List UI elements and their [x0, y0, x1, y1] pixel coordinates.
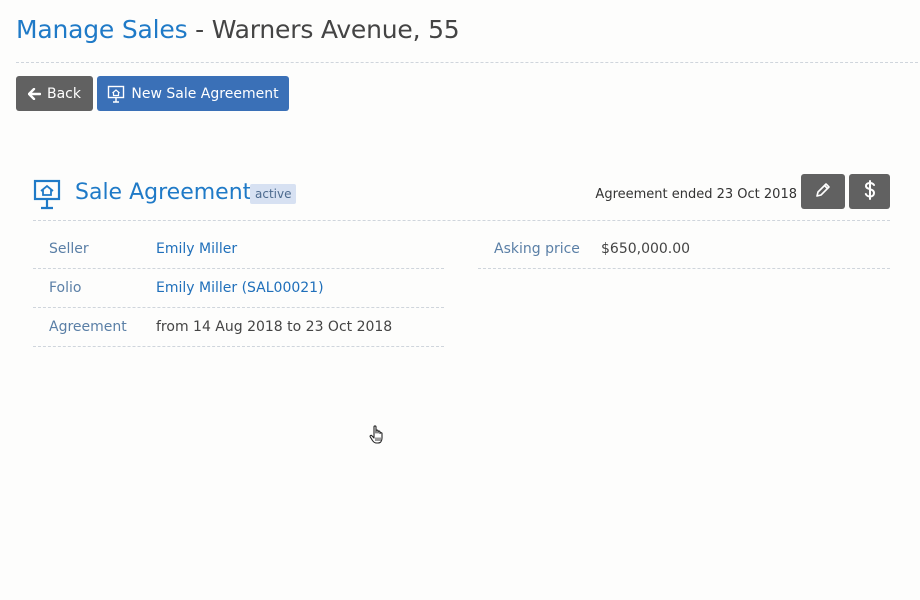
back-button[interactable]: Back	[16, 76, 93, 111]
sale-sign-icon	[33, 178, 61, 214]
agreement-details-left: Seller Emily Miller Folio Emily Miller (…	[33, 230, 444, 347]
new-sale-agreement-label: New Sale Agreement	[131, 85, 279, 102]
folio-link[interactable]: Emily Miller (SAL00021)	[156, 280, 324, 296]
detail-label: Seller	[49, 241, 89, 257]
title-separator: -	[187, 15, 212, 44]
arrow-left-icon	[28, 87, 41, 100]
detail-label: Agreement	[49, 319, 127, 335]
detail-row-asking-price: Asking price $650,000.00	[478, 230, 890, 269]
agreement-panel-header: Sale Agreement active Agreement ended 23…	[33, 174, 890, 221]
detail-row-seller: Seller Emily Miller	[33, 230, 444, 269]
panel-title: Sale Agreement	[75, 180, 252, 205]
page-title: Manage Sales - Warners Avenue, 55	[16, 12, 918, 48]
detail-row-folio: Folio Emily Miller (SAL00021)	[33, 269, 444, 308]
agreement-period: from 14 Aug 2018 to 23 Oct 2018	[156, 319, 393, 335]
property-address: Warners Avenue, 55	[211, 15, 460, 44]
page-header: Manage Sales - Warners Avenue, 55	[16, 12, 918, 63]
status-badge: active	[250, 184, 297, 204]
sale-sign-icon	[107, 85, 125, 103]
edit-button[interactable]	[801, 174, 845, 209]
asking-price-value: $650,000.00	[601, 241, 691, 257]
detail-label: Asking price	[494, 241, 580, 257]
detail-row-agreement: Agreement from 14 Aug 2018 to 23 Oct 201…	[33, 308, 444, 347]
agreement-details-right: Asking price $650,000.00	[478, 230, 890, 269]
agreement-ended-text: Agreement ended 23 Oct 2018	[595, 187, 797, 202]
seller-link[interactable]: Emily Miller	[156, 241, 237, 257]
section-title: Manage Sales	[16, 15, 188, 44]
pencil-icon	[815, 182, 831, 202]
dollar-icon	[864, 179, 876, 204]
new-sale-agreement-button[interactable]: New Sale Agreement	[97, 76, 289, 111]
detail-label: Folio	[49, 280, 82, 296]
back-button-label: Back	[47, 85, 81, 102]
toolbar: Back New Sale Agreement	[16, 76, 289, 111]
hand-pointer-icon	[369, 424, 387, 450]
payment-button[interactable]	[849, 174, 890, 209]
